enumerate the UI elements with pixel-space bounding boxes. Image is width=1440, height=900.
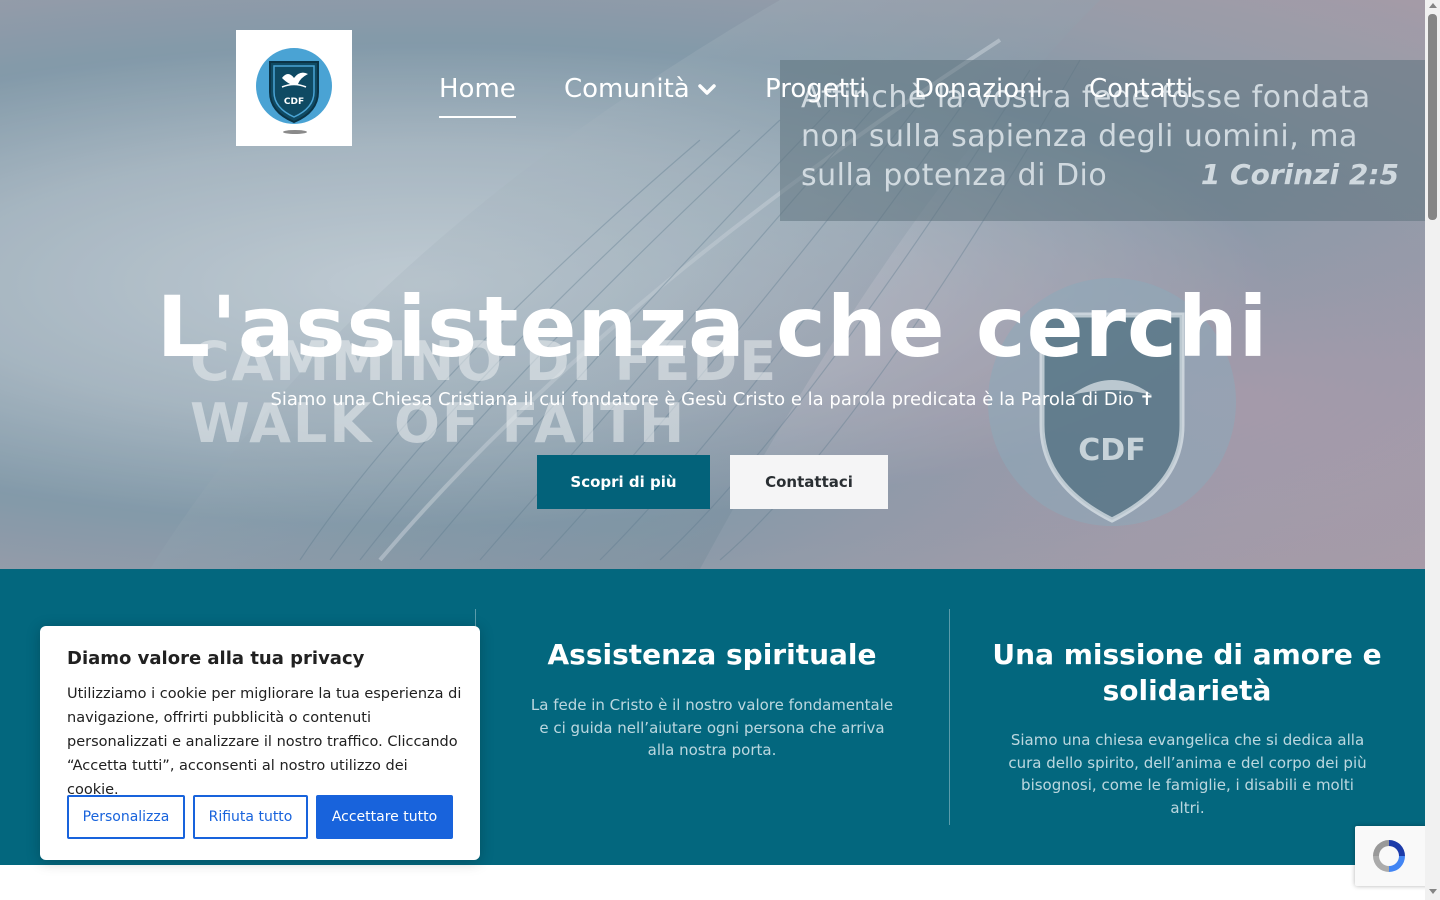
nav-item-comunita[interactable]: Comunità bbox=[564, 72, 716, 118]
verse-reference: 1 Corinzi 2:5 bbox=[1200, 158, 1399, 191]
page: Affinchè la vostra fede fosse fondata no… bbox=[0, 0, 1425, 900]
site-logo[interactable]: CDF bbox=[236, 30, 352, 146]
recaptcha-badge[interactable] bbox=[1355, 826, 1430, 886]
page-scrollbar[interactable] bbox=[1425, 0, 1440, 900]
learn-more-button[interactable]: Scopri di più bbox=[537, 455, 710, 509]
nav-item-contatti[interactable]: Contatti bbox=[1089, 72, 1193, 118]
nav-item-label: Comunità bbox=[564, 74, 690, 104]
scroll-down-arrow-icon[interactable] bbox=[1429, 889, 1437, 894]
reject-all-button[interactable]: Rifiuta tutto bbox=[193, 795, 308, 839]
customize-cookies-button[interactable]: Personalizza bbox=[67, 795, 185, 839]
next-section bbox=[0, 865, 1425, 900]
cookie-title: Diamo valore alla tua privacy bbox=[67, 648, 365, 669]
cookie-consent-banner: Diamo valore alla tua privacy Utilizziam… bbox=[40, 626, 480, 860]
feature-title-spiritual: Assistenza spirituale bbox=[547, 638, 877, 671]
contact-us-button[interactable]: Contattaci bbox=[730, 455, 888, 509]
verse-line: non sulla sapienza degli uomini, ma bbox=[801, 119, 1358, 154]
feature-text-spiritual: La fede in Cristo è il nostro valore fon… bbox=[530, 696, 894, 759]
feature-text-mission: Siamo una chiesa evangelica che si dedic… bbox=[1008, 731, 1367, 817]
recaptcha-icon bbox=[1373, 840, 1405, 872]
nav-item-donazioni[interactable]: Donazioni bbox=[914, 72, 1043, 118]
verse-line: sulla potenza di Dio bbox=[801, 158, 1108, 193]
hero-subtitle: Siamo una Chiesa Cristiana il cui fondat… bbox=[270, 389, 1155, 410]
logo-text: CDF bbox=[284, 97, 304, 107]
nav-item-progetti[interactable]: Progetti bbox=[765, 72, 866, 118]
hero-section: Affinchè la vostra fede fosse fondata no… bbox=[0, 0, 1425, 569]
column-divider bbox=[949, 609, 950, 825]
accept-all-button[interactable]: Accettare tutto bbox=[316, 795, 453, 839]
verse-line: Affinchè la vostra fede fosse fondata bbox=[801, 80, 1371, 115]
feature-title-mission: Una missione di amore e solidarietà bbox=[992, 638, 1382, 707]
hero-title: L'assistenza che cerchi bbox=[156, 278, 1269, 376]
background-shield-text: CDF bbox=[1078, 433, 1145, 468]
chevron-down-icon bbox=[697, 83, 716, 95]
scrollbar-thumb[interactable] bbox=[1428, 14, 1437, 220]
scroll-up-arrow-icon[interactable] bbox=[1429, 3, 1437, 8]
nav-item-home[interactable]: Home bbox=[439, 72, 516, 118]
church-dove-shield-logo-icon: CDF bbox=[256, 48, 332, 134]
cookie-description: Utilizziamo i cookie per migliorare la t… bbox=[67, 686, 462, 798]
